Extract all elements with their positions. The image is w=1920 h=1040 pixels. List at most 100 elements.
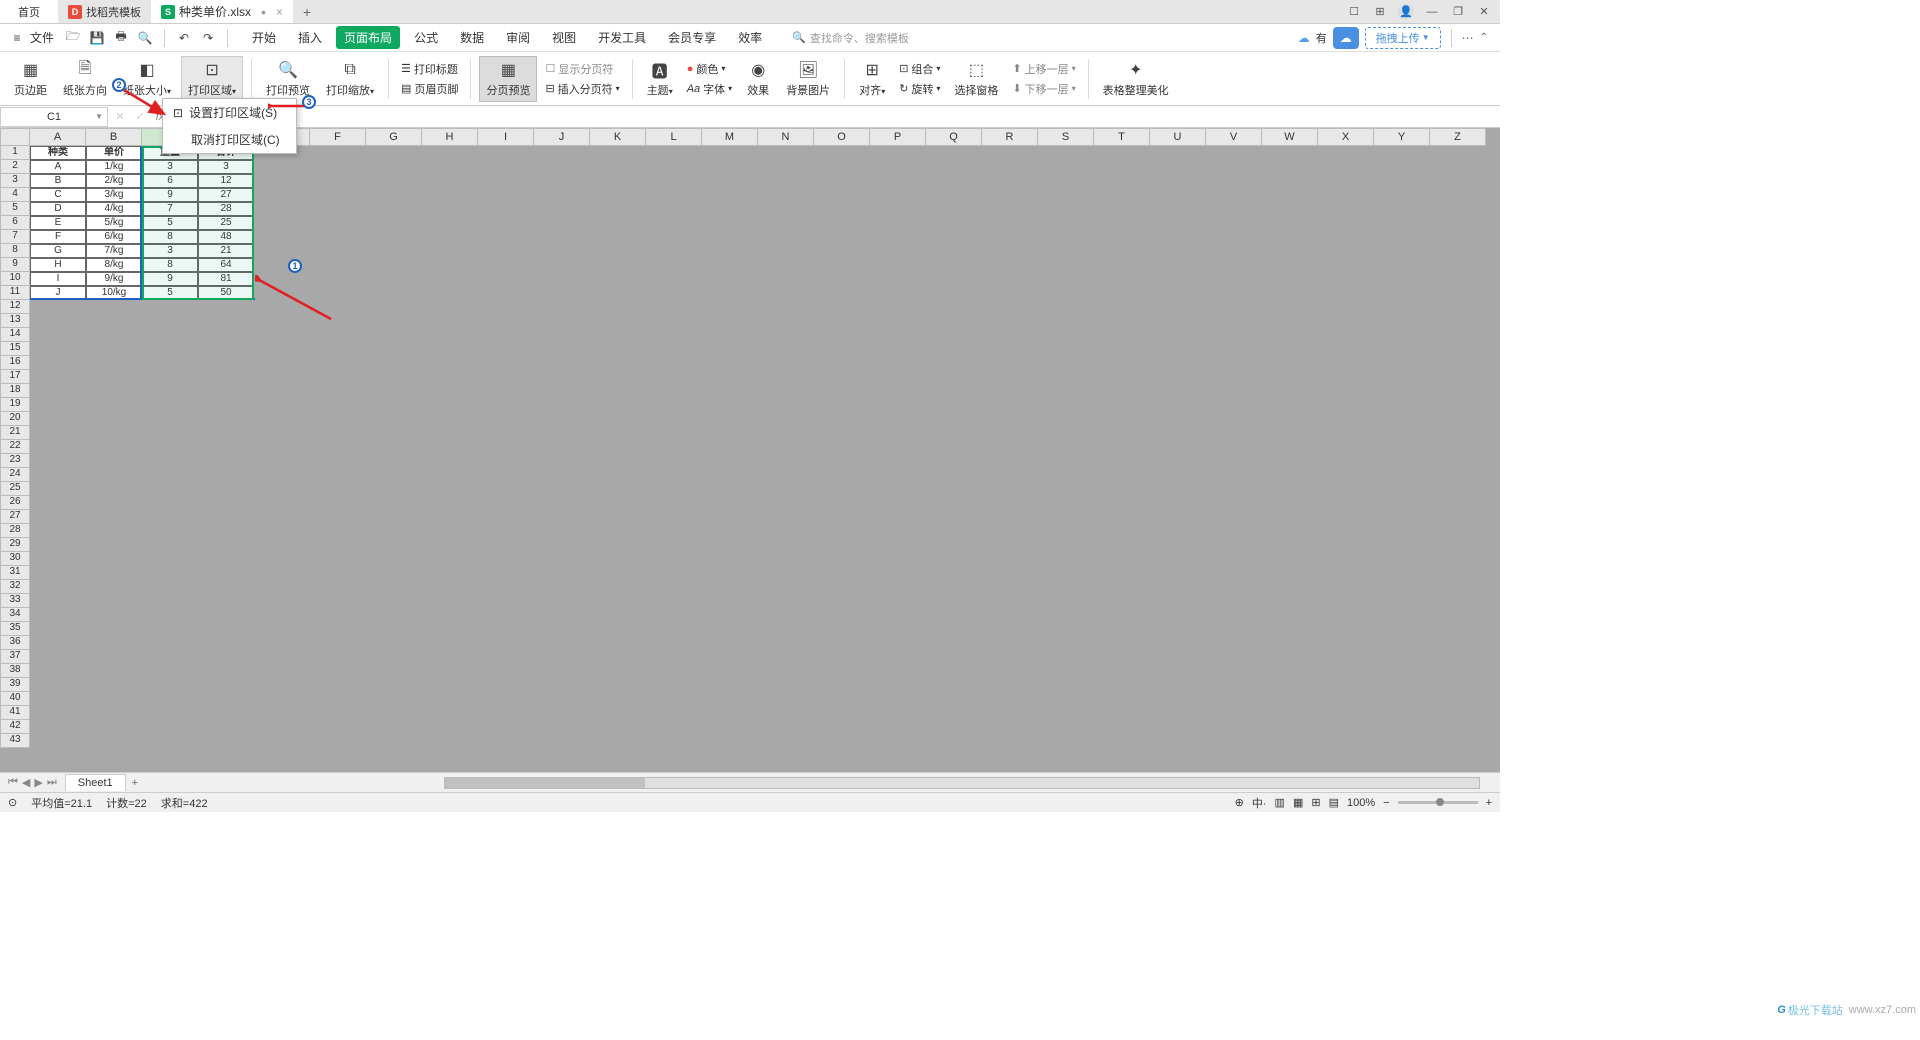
cell[interactable]: [870, 580, 926, 594]
cell[interactable]: [1094, 706, 1150, 720]
cell[interactable]: [982, 244, 1038, 258]
cell[interactable]: [534, 370, 590, 384]
cloud-sync-icon[interactable]: ☁: [1333, 27, 1359, 49]
cell[interactable]: [198, 552, 254, 566]
cell[interactable]: [646, 734, 702, 748]
cell[interactable]: [870, 230, 926, 244]
cell[interactable]: [1038, 174, 1094, 188]
cell[interactable]: [478, 734, 534, 748]
cell[interactable]: B: [30, 174, 86, 188]
cell[interactable]: [1430, 356, 1486, 370]
cell[interactable]: [814, 440, 870, 454]
cell[interactable]: [1262, 468, 1318, 482]
cell[interactable]: [310, 440, 366, 454]
cell[interactable]: [1374, 412, 1430, 426]
select-all-corner[interactable]: [0, 128, 30, 146]
cell[interactable]: [1038, 664, 1094, 678]
cell[interactable]: [1318, 300, 1374, 314]
cell[interactable]: [982, 706, 1038, 720]
cell[interactable]: [86, 692, 142, 706]
cell[interactable]: [534, 524, 590, 538]
cell[interactable]: [646, 650, 702, 664]
cell[interactable]: [646, 230, 702, 244]
cell[interactable]: [310, 566, 366, 580]
cell[interactable]: [422, 342, 478, 356]
cell[interactable]: [758, 146, 814, 160]
cell[interactable]: [1094, 734, 1150, 748]
cell[interactable]: [814, 328, 870, 342]
col-header-I[interactable]: I: [478, 128, 534, 146]
cell[interactable]: [646, 328, 702, 342]
cell[interactable]: [590, 622, 646, 636]
cell[interactable]: [814, 678, 870, 692]
cell[interactable]: [702, 468, 758, 482]
cell[interactable]: [198, 734, 254, 748]
cell[interactable]: [1094, 692, 1150, 706]
cell[interactable]: [478, 146, 534, 160]
cell[interactable]: [870, 356, 926, 370]
row-header-40[interactable]: 40: [0, 692, 30, 706]
cell[interactable]: [1038, 146, 1094, 160]
cell[interactable]: [982, 538, 1038, 552]
cell[interactable]: [478, 552, 534, 566]
row-header-27[interactable]: 27: [0, 510, 30, 524]
cell[interactable]: [646, 300, 702, 314]
cell[interactable]: [702, 692, 758, 706]
cell[interactable]: [1150, 314, 1206, 328]
cell[interactable]: [1038, 398, 1094, 412]
col-header-T[interactable]: T: [1094, 128, 1150, 146]
cell[interactable]: [1374, 594, 1430, 608]
cell[interactable]: [982, 398, 1038, 412]
cell[interactable]: [310, 706, 366, 720]
cell[interactable]: [534, 664, 590, 678]
cell[interactable]: [198, 342, 254, 356]
cell[interactable]: [1150, 230, 1206, 244]
cell[interactable]: [1038, 258, 1094, 272]
cell[interactable]: [366, 538, 422, 552]
cell[interactable]: [926, 286, 982, 300]
zoom-out-icon[interactable]: −: [1383, 797, 1389, 809]
cell[interactable]: [1206, 678, 1262, 692]
cell[interactable]: [1430, 454, 1486, 468]
cell[interactable]: [254, 496, 310, 510]
cell[interactable]: [982, 174, 1038, 188]
cell[interactable]: [590, 328, 646, 342]
cell[interactable]: [1206, 286, 1262, 300]
cell[interactable]: [1430, 146, 1486, 160]
cell[interactable]: [926, 370, 982, 384]
cell[interactable]: [646, 188, 702, 202]
cell[interactable]: [702, 566, 758, 580]
cell[interactable]: [142, 692, 198, 706]
cell[interactable]: [758, 734, 814, 748]
cell[interactable]: [1374, 342, 1430, 356]
cell[interactable]: [1374, 230, 1430, 244]
theme-button[interactable]: 🅰主题▾: [641, 52, 679, 105]
cell[interactable]: [1262, 314, 1318, 328]
cell[interactable]: [1374, 244, 1430, 258]
cell[interactable]: [982, 482, 1038, 496]
cell[interactable]: [702, 286, 758, 300]
cell[interactable]: [870, 328, 926, 342]
cell[interactable]: [30, 440, 86, 454]
cell[interactable]: [758, 720, 814, 734]
cell[interactable]: [1374, 202, 1430, 216]
cell[interactable]: [534, 440, 590, 454]
cell[interactable]: [478, 496, 534, 510]
cell[interactable]: [1318, 160, 1374, 174]
cell[interactable]: [1206, 636, 1262, 650]
cell[interactable]: [310, 384, 366, 398]
cell[interactable]: [478, 636, 534, 650]
cell[interactable]: 2/kg: [86, 174, 142, 188]
cell[interactable]: [758, 594, 814, 608]
cell[interactable]: [758, 300, 814, 314]
cell[interactable]: [1150, 622, 1206, 636]
cell[interactable]: [814, 468, 870, 482]
cell[interactable]: [758, 398, 814, 412]
cell[interactable]: [1430, 174, 1486, 188]
cell[interactable]: [1094, 244, 1150, 258]
cell[interactable]: [1150, 734, 1206, 748]
cell[interactable]: [870, 720, 926, 734]
cell[interactable]: [1318, 412, 1374, 426]
cell[interactable]: [1318, 566, 1374, 580]
cell[interactable]: [590, 398, 646, 412]
